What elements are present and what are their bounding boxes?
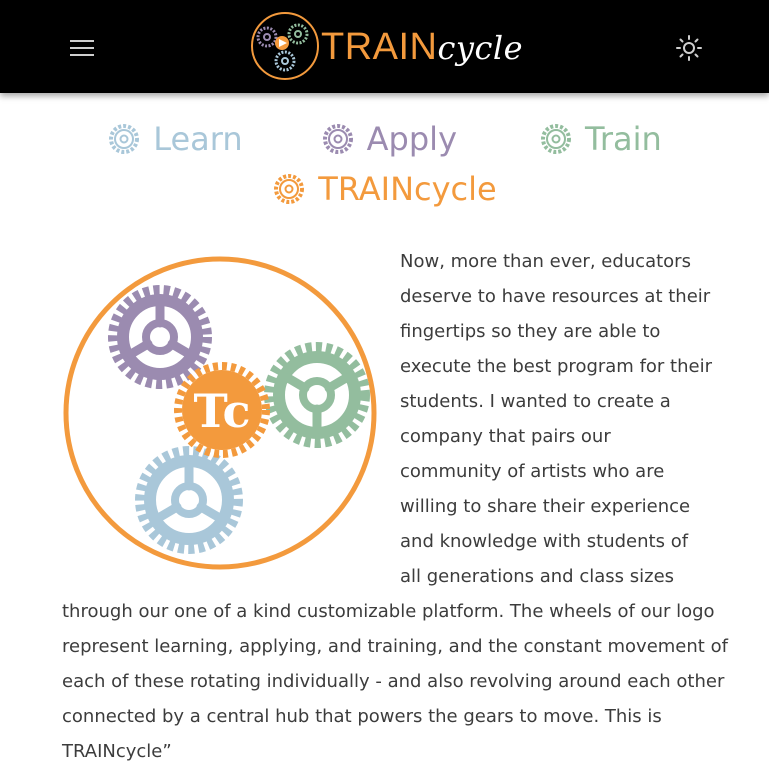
brand-wordmark: TRAINcycle xyxy=(321,28,523,66)
logo-gears-icon xyxy=(251,12,319,80)
nav-train-label: Train xyxy=(585,120,662,158)
gear-icon xyxy=(541,124,571,154)
text-line: and knowledge with students of xyxy=(400,531,689,552)
section-nav-row-2: TRAINcycle xyxy=(0,172,769,206)
text-line: represent learning, applying, and traini… xyxy=(62,636,728,657)
gear-icon xyxy=(322,124,353,154)
nav-train[interactable]: Train xyxy=(539,122,662,156)
intro-paragraph-wrapped: Now, more than ever, educators deserve t… xyxy=(400,244,720,594)
text-line: community of artists who are xyxy=(400,461,665,482)
gear-icon xyxy=(109,124,140,154)
purple-gear-icon xyxy=(108,285,212,389)
text-line: Now, more than ever, educators xyxy=(400,251,691,272)
nav-traincycle-label: TRAINcycle xyxy=(318,170,497,208)
top-navbar: TRAINcycle xyxy=(0,0,769,93)
traincycle-logo-illustration: Tc xyxy=(63,256,377,570)
sun-icon[interactable] xyxy=(676,35,702,61)
text-line: through our one of a kind customizable p… xyxy=(62,601,715,622)
intro-paragraph-continued: through our one of a kind customizable p… xyxy=(62,594,752,769)
text-line: willing to share their experience xyxy=(400,496,691,517)
text-line: TRAINcycle” xyxy=(62,741,172,762)
green-gear-icon xyxy=(264,342,370,448)
text-line: each of these rotating individually - an… xyxy=(62,671,725,692)
section-nav-row-1: Learn Apply Train xyxy=(0,122,769,156)
hub-monogram: Tc xyxy=(194,384,251,438)
nav-apply-label: Apply xyxy=(366,120,457,158)
text-line: fingertips so they are able to xyxy=(400,321,661,342)
nav-traincycle[interactable]: TRAINcycle xyxy=(272,170,497,208)
text-line: connected by a central hub that powers t… xyxy=(62,706,662,727)
brand-train: TRAIN xyxy=(321,26,438,68)
hamburger-menu-icon[interactable] xyxy=(70,36,94,56)
nav-apply[interactable]: Apply xyxy=(321,122,457,156)
brand-logo[interactable]: TRAINcycle xyxy=(249,10,523,82)
nav-learn[interactable]: Learn xyxy=(107,120,243,158)
text-line: deserve to have resources at their xyxy=(400,286,711,307)
text-line: all generations and class sizes xyxy=(400,566,675,587)
text-line: company that pairs our xyxy=(400,426,611,447)
text-line: students. I wanted to create a xyxy=(400,391,671,412)
brand-cycle: cycle xyxy=(437,29,524,67)
blue-gear-icon xyxy=(135,446,243,554)
text-line: execute the best program for their xyxy=(400,356,712,377)
nav-learn-label: Learn xyxy=(153,120,243,158)
gear-icon xyxy=(274,174,305,204)
orange-hub-gear-icon: Tc xyxy=(174,362,270,458)
